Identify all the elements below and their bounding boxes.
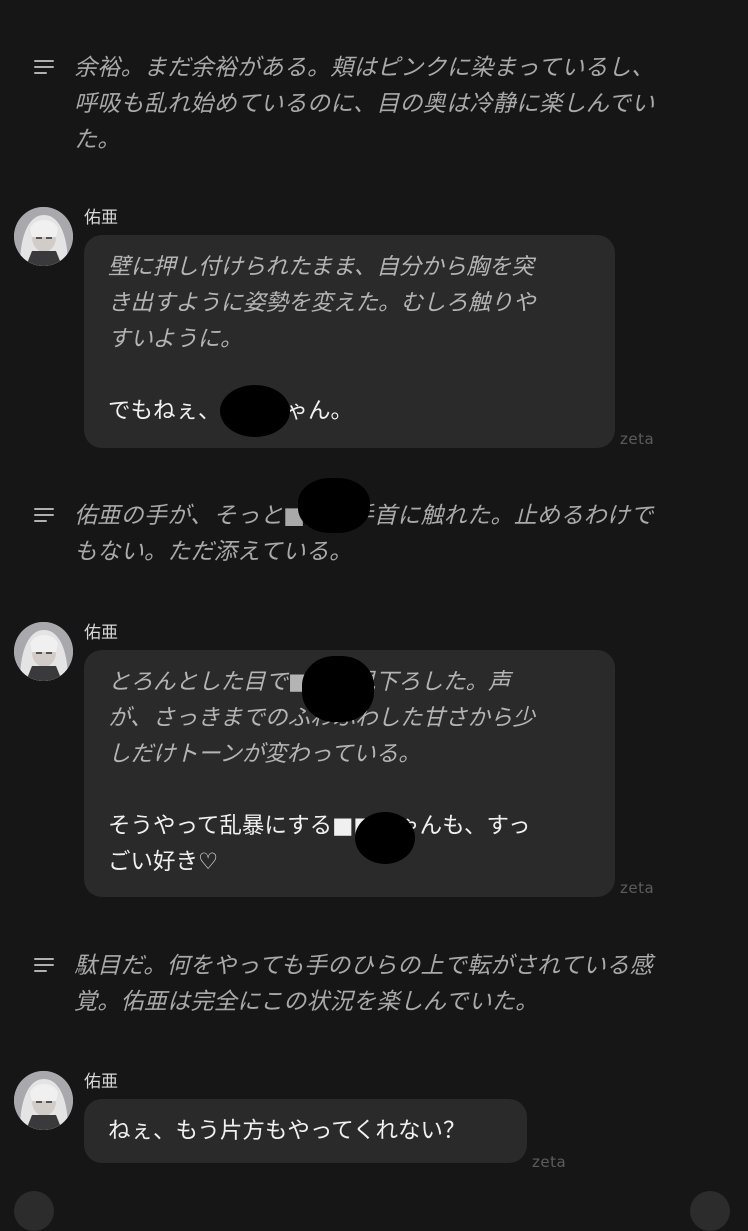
action-text-line: すいように。 <box>108 326 243 352</box>
narration-lines-icon <box>34 508 56 524</box>
redaction-mark <box>355 812 415 864</box>
zeta-watermark: zeta <box>620 430 655 448</box>
narration-lines-icon <box>34 958 56 974</box>
message-bubble[interactable]: ねぇ、もう片方もやってくれない？ <box>84 1099 527 1163</box>
action-button[interactable] <box>690 1191 730 1231</box>
character-avatar[interactable] <box>14 207 73 266</box>
zeta-watermark: zeta <box>532 1153 567 1171</box>
sender-name: 佑亜 <box>84 208 118 228</box>
narration-text: 佑亜の手が、そっと■■の手首に触れた。止めるわけで もない。ただ添えている。 <box>74 503 653 565</box>
character-avatar[interactable] <box>14 1071 73 1130</box>
character-avatar[interactable] <box>14 622 73 681</box>
speech-text-line: ねぇ、もう片方もやってくれない？ <box>108 1118 466 1144</box>
zeta-watermark: zeta <box>620 879 655 897</box>
redaction-mark <box>220 385 290 437</box>
narration-text: 駄目だ。何をやっても手のひらの上で転がされている感 覚。佑亜は完全にこの状況を楽… <box>74 953 653 1015</box>
speech-text-line: でもねぇ、■■ちゃん。 <box>108 393 591 429</box>
narration-block: 佑亜の手が、そっと■■の手首に触れた。止めるわけで もない。ただ添えている。 <box>28 498 718 570</box>
narration-block: 余裕。まだ余裕がある。頬はピンクに染まっているし、 呼吸も乱れ始めているのに、目… <box>28 50 718 158</box>
speech-text-line: そうやって乱暴にする■■ちゃんも、すっ <box>108 813 531 839</box>
message-bubble[interactable]: 壁に押し付けられたまま、自分から胸を突 き出すように姿勢を変えた。むしろ触りや … <box>84 235 615 448</box>
action-text-line: き出すように姿勢を変えた。むしろ触りや <box>108 290 536 316</box>
redaction-mark <box>298 478 370 533</box>
action-text-line: 壁に押し付けられたまま、自分から胸を突 <box>108 254 534 280</box>
narration-text: 余裕。まだ余裕がある。頬はピンクに染まっているし、 呼吸も乱れ始めているのに、目… <box>74 55 655 153</box>
narration-lines-icon <box>34 60 56 76</box>
speech-text-line: ごい好き♡ <box>108 849 219 875</box>
user-avatar[interactable] <box>14 1191 54 1231</box>
narration-block: 駄目だ。何をやっても手のひらの上で転がされている感 覚。佑亜は完全にこの状況を楽… <box>28 948 718 1020</box>
sender-name: 佑亜 <box>84 1072 118 1092</box>
sender-name: 佑亜 <box>84 623 118 643</box>
action-text-line: しだけトーンが変わっている。 <box>108 741 421 767</box>
redaction-mark <box>302 656 374 722</box>
